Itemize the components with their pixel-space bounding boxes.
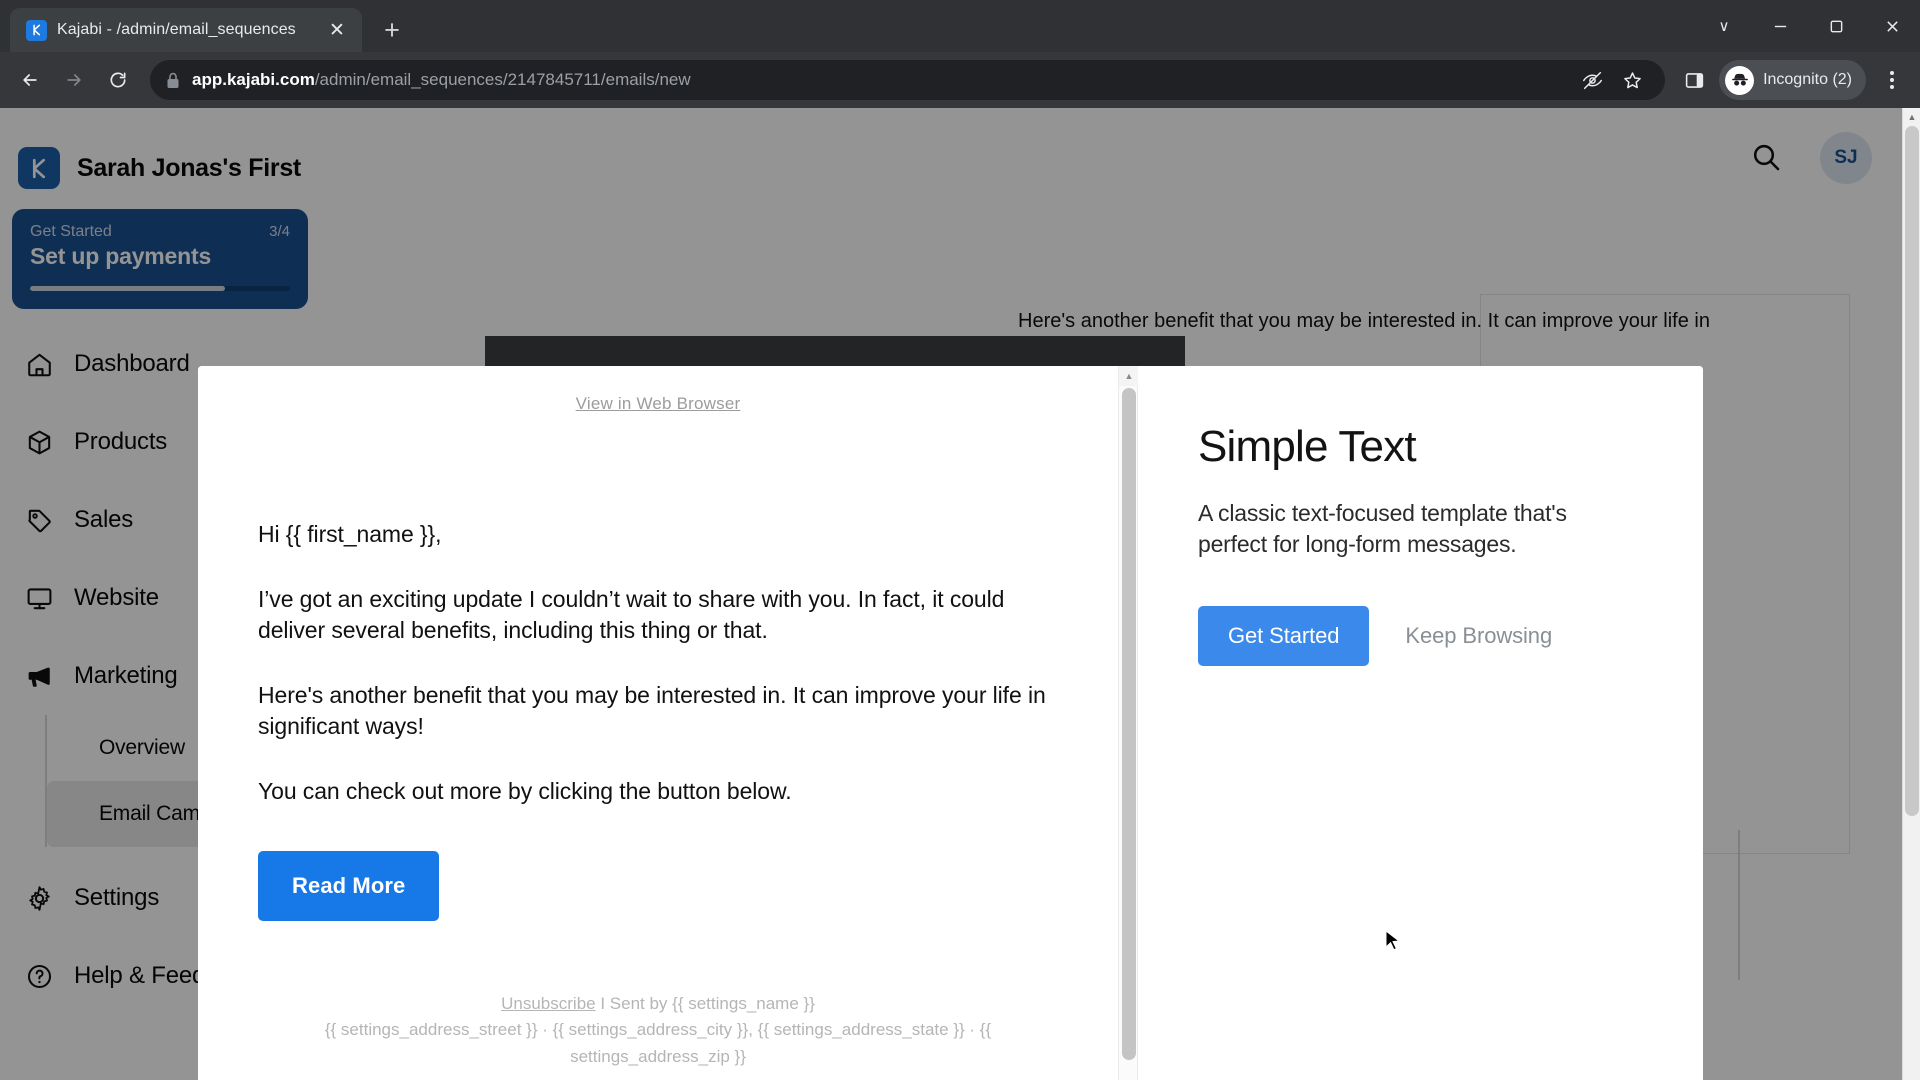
tab-search-chevron-icon[interactable]: ∨ [1696, 0, 1752, 52]
kajabi-logo-icon [26, 19, 47, 41]
incognito-profile-chip[interactable]: Incognito (2) [1719, 60, 1866, 100]
sent-by-text: I Sent by {{ settings_name }} [595, 993, 815, 1013]
email-body: Hi {{ first_name }}, I’ve got an excitin… [198, 414, 1118, 922]
tab-close-icon[interactable]: ✕ [324, 17, 350, 43]
incognito-label: Incognito (2) [1763, 71, 1852, 88]
kebab-menu-icon[interactable] [1874, 60, 1910, 100]
scroll-up-arrow-icon[interactable]: ▲ [1119, 366, 1139, 386]
back-icon[interactable] [10, 60, 50, 100]
omnibox-actions [1575, 63, 1649, 97]
close-icon[interactable] [1864, 0, 1920, 52]
scrollbar-thumb[interactable] [1122, 388, 1136, 1060]
page-scrollbar[interactable]: ▲ [1902, 108, 1920, 1080]
forward-icon[interactable] [54, 60, 94, 100]
email-footer-line-1: Unsubscribe I Sent by {{ settings_name }… [288, 991, 1028, 1017]
modal-scrollbar[interactable]: ▲ [1118, 366, 1139, 1080]
email-footer-address: {{ settings_address_street }} · {{ setti… [324, 1020, 992, 1066]
lock-icon [166, 72, 180, 89]
template-actions: Get Started Keep Browsing [1198, 606, 1643, 667]
new-tab-button[interactable]: + [372, 10, 412, 50]
get-started-button[interactable]: Get Started [1198, 606, 1370, 667]
view-in-web-browser-link[interactable]: View in Web Browser [198, 366, 1118, 414]
email-preview-pane: View in Web Browser Hi {{ first_name }},… [198, 366, 1118, 1080]
maximize-icon[interactable] [1808, 0, 1864, 52]
mouse-cursor [1385, 930, 1401, 951]
address-bar[interactable]: app.kajabi.com/admin/email_sequences/214… [150, 60, 1666, 100]
template-description: A classic text-focused template that's p… [1198, 500, 1567, 558]
eye-slash-icon[interactable] [1575, 63, 1609, 97]
tab-strip: Kajabi - /admin/email_sequences ✕ + ∨ [0, 0, 1920, 52]
tab-title: Kajabi - /admin/email_sequences [57, 21, 296, 38]
email-paragraph: I’ve got an exciting update I couldn’t w… [258, 586, 1005, 644]
scroll-up-arrow-icon[interactable]: ▲ [1903, 108, 1920, 126]
minimize-icon[interactable] [1752, 0, 1808, 52]
reload-icon[interactable] [98, 60, 138, 100]
star-icon[interactable] [1615, 63, 1649, 97]
url-text: app.kajabi.com/admin/email_sequences/214… [192, 70, 691, 90]
template-preview-modal: View in Web Browser Hi {{ first_name }},… [198, 366, 1703, 1080]
incognito-icon [1725, 65, 1755, 95]
email-paragraph: Here's another benefit that you may be i… [258, 682, 1046, 740]
email-paragraph: Hi {{ first_name }}, [258, 521, 442, 547]
email-paragraph: You can check out more by clicking the b… [258, 778, 792, 805]
read-more-button[interactable]: Read More [258, 851, 440, 922]
scrollbar-thumb[interactable] [1905, 126, 1919, 816]
unsubscribe-link[interactable]: Unsubscribe [501, 994, 596, 1013]
side-panel-icon[interactable] [1677, 63, 1711, 97]
email-footer: Unsubscribe I Sent by {{ settings_name }… [198, 991, 1118, 1070]
browser-tab[interactable]: Kajabi - /admin/email_sequences ✕ [10, 8, 362, 52]
browser-toolbar: app.kajabi.com/admin/email_sequences/214… [0, 52, 1920, 108]
browser-window: Kajabi - /admin/email_sequences ✕ + ∨ ap… [0, 0, 1920, 1080]
url-host: app.kajabi.com [192, 70, 315, 89]
url-path: /admin/email_sequences/2147845711/emails… [314, 70, 691, 89]
keep-browsing-button[interactable]: Keep Browsing [1391, 606, 1566, 666]
window-controls: ∨ [1696, 0, 1920, 52]
page-viewport: Sarah Jonas's First Get Started 3/4 Set … [0, 108, 1920, 1080]
page-title: Simple Text [1198, 422, 1417, 471]
template-info-pane: Simple Text A classic text-focused templ… [1138, 366, 1703, 1080]
